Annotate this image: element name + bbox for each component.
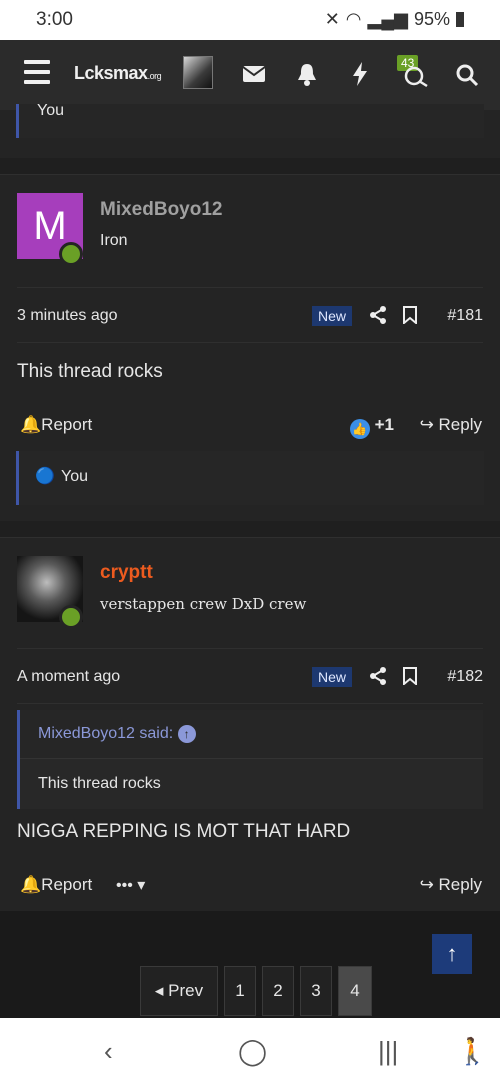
signal-icon: ▂▄▆ (367, 9, 408, 29)
reply-button[interactable]: ↪ Reply (420, 875, 482, 895)
bell-icon[interactable] (296, 62, 318, 91)
reaction-list[interactable]: 🔵 You (16, 451, 484, 505)
page-4-current[interactable]: 4 (338, 966, 372, 1016)
thumbs-up-icon: 🔵 (35, 468, 55, 485)
post-181: M MixedBoyo12 Iron 3 minutes ago New #18… (0, 174, 500, 521)
quote-header[interactable]: MixedBoyo12 said: ↑ (20, 710, 483, 759)
reaction-user[interactable]: You (37, 102, 64, 120)
reaction-user[interactable]: You (61, 468, 88, 486)
post-body: This thread rocks (17, 361, 163, 382)
page-3[interactable]: 3 (300, 966, 332, 1016)
post-body: NIGGA REPPING IS MOT THAT HARD (17, 821, 351, 842)
scroll-to-top-button[interactable]: ↑ (432, 934, 472, 974)
battery-icon (456, 12, 464, 27)
previous-post-tail: You (0, 102, 500, 158)
mute-icon: ✕ (324, 9, 340, 29)
post-number[interactable]: #181 (447, 307, 483, 325)
inbox-icon[interactable] (242, 65, 266, 88)
online-status-dot (59, 242, 83, 266)
quote-text: This thread rocks (38, 775, 161, 792)
status-icons: ✕ ◠ ▂▄▆ 95% (325, 9, 464, 30)
share-icon[interactable] (369, 306, 387, 329)
lightning-icon[interactable] (352, 62, 368, 91)
more-options-button[interactable]: ••• ▾ (116, 875, 145, 895)
page-1[interactable]: 1 (224, 966, 256, 1016)
post-date[interactable]: 3 minutes ago (17, 307, 118, 325)
android-nav-bar: ‹ ◯ ||| 🚶 (0, 1018, 500, 1084)
like-button[interactable]: 👍 +1 (349, 415, 394, 439)
site-logo[interactable]: Lcksmax.org (74, 63, 162, 84)
report-button[interactable]: 🔔Report (20, 875, 92, 895)
battery-level: 95% (413, 9, 450, 29)
reaction-list[interactable]: You (16, 102, 484, 138)
bookmark-icon[interactable] (403, 306, 417, 329)
quote-block: MixedBoyo12 said: ↑ This thread rocks (17, 710, 483, 809)
prev-page-button[interactable]: ◂ Prev (140, 966, 218, 1016)
username[interactable]: MixedBoyo12 (100, 199, 222, 221)
chat-icon[interactable] (403, 66, 429, 93)
accessibility-icon[interactable]: 🚶 (456, 1036, 488, 1067)
arrow-up-circle-icon[interactable]: ↑ (177, 725, 196, 743)
recent-apps-icon[interactable]: ||| (378, 1036, 398, 1067)
post-182: cryptt verstappen crew DxD crew A moment… (0, 537, 500, 911)
user-avatar[interactable] (183, 56, 213, 89)
top-navbar: Lcksmax.org 43 (0, 40, 500, 110)
new-badge: New (311, 667, 352, 687)
new-badge: New (311, 306, 352, 326)
back-icon[interactable]: ‹ (104, 1036, 113, 1067)
report-button[interactable]: 🔔Report (20, 415, 92, 435)
reply-button[interactable]: ↪ Reply (420, 415, 482, 435)
wifi-icon: ◠ (345, 9, 362, 29)
user-title: Iron (100, 232, 128, 249)
bookmark-icon[interactable] (403, 667, 417, 690)
status-bar: 3:00 ✕ ◠ ▂▄▆ 95% (0, 0, 500, 40)
thread-content: You M MixedBoyo12 Iron 3 minutes ago New… (0, 102, 500, 911)
username[interactable]: cryptt (100, 562, 153, 584)
online-status-dot (59, 605, 83, 629)
menu-icon[interactable] (24, 60, 50, 90)
post-date[interactable]: A moment ago (17, 668, 120, 686)
post-number[interactable]: #182 (447, 668, 483, 686)
share-icon[interactable] (369, 667, 387, 690)
user-title: verstappen crew DxD crew (100, 595, 307, 613)
thumbs-up-icon: 👍 (349, 419, 370, 439)
home-icon[interactable]: ◯ (238, 1036, 267, 1067)
pagination: ◂ Prev 1 2 3 4 (140, 966, 372, 1016)
status-time: 3:00 (36, 9, 73, 30)
page-2[interactable]: 2 (262, 966, 294, 1016)
search-icon[interactable] (455, 63, 479, 92)
